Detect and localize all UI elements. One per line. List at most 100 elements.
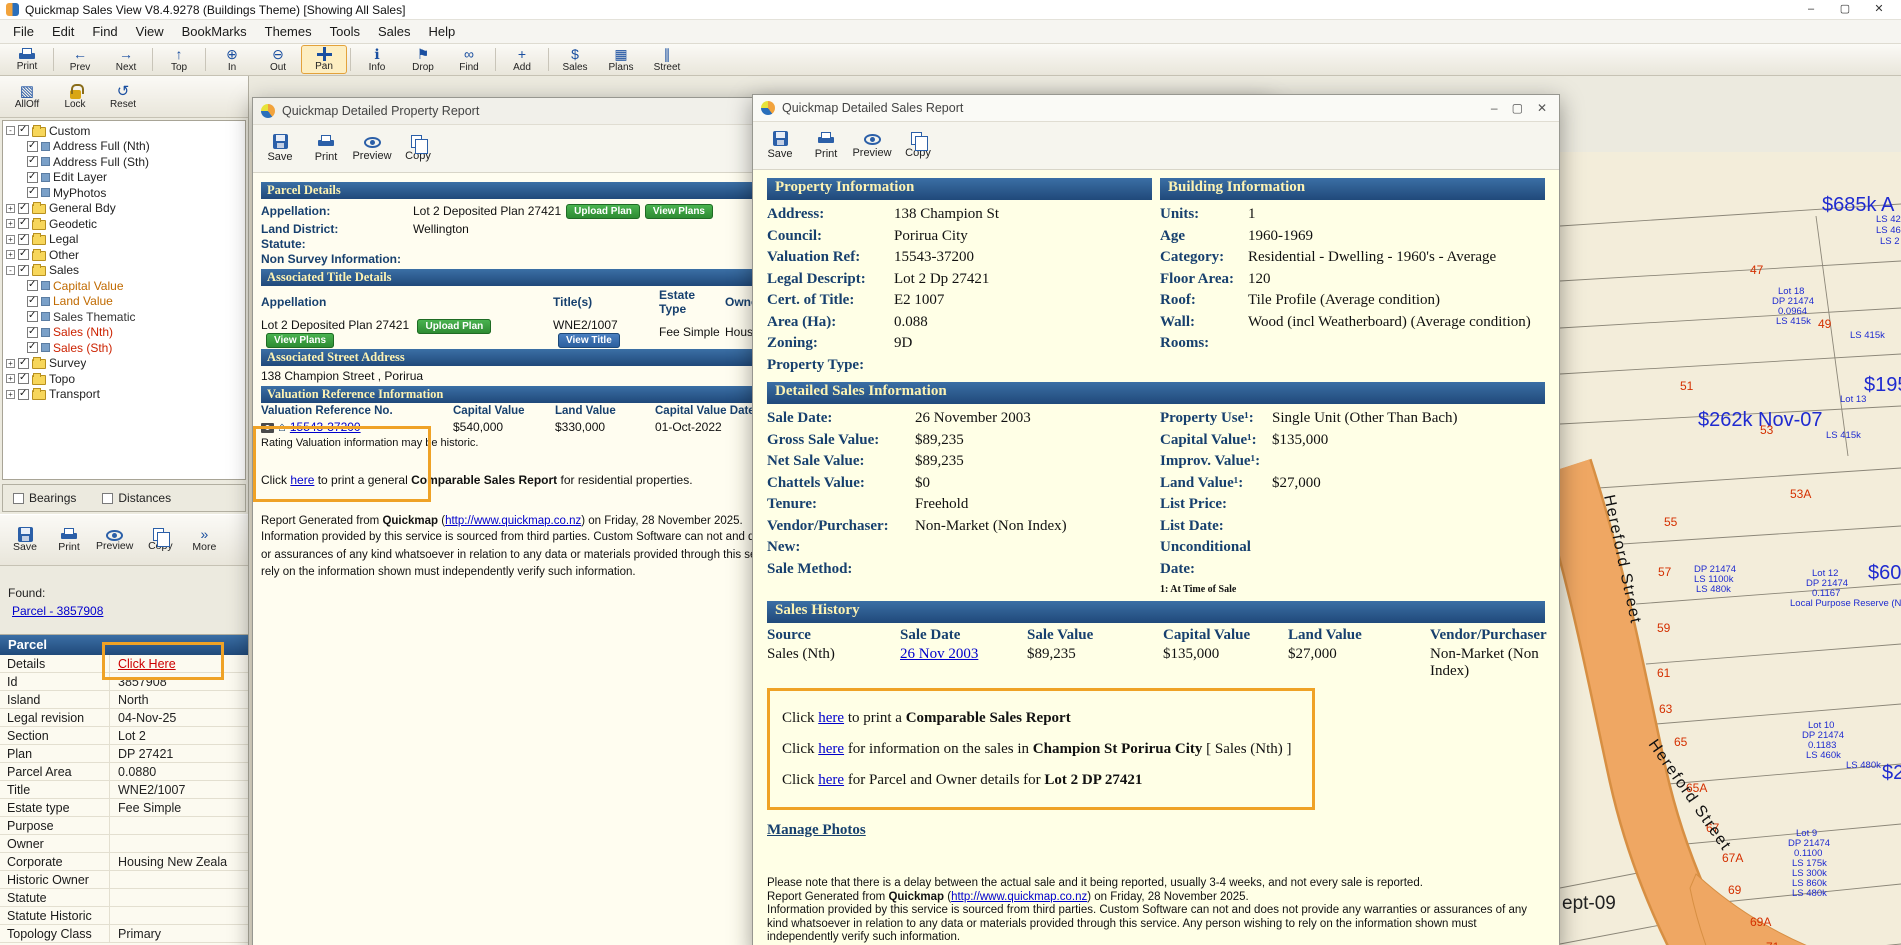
action-button-print[interactable]: Print <box>47 517 91 563</box>
action-button-preview[interactable]: Preview <box>91 517 138 563</box>
layer-checkbox[interactable] <box>27 156 38 167</box>
minimize-icon[interactable]: – <box>1795 1 1827 19</box>
expander-icon[interactable]: - <box>6 126 15 135</box>
quickmap-url-link[interactable]: http://www.quickmap.co.nz <box>951 891 1087 903</box>
view-plans-button[interactable]: View Plans <box>645 204 713 219</box>
minimize-icon[interactable]: – <box>1491 98 1498 118</box>
toolbar-button-reset[interactable]: ↺Reset <box>99 78 147 115</box>
house-icon[interactable]: ⌂ <box>278 419 286 434</box>
layer-checkbox[interactable] <box>27 342 38 353</box>
layer-checkbox[interactable] <box>18 203 29 214</box>
layer-item[interactable]: Capital Value <box>3 278 245 294</box>
upload-plan-button[interactable]: Upload Plan <box>566 204 640 219</box>
layer-item[interactable]: Address Full (Nth) <box>3 139 245 155</box>
layer-item[interactable]: -Sales <box>3 263 245 279</box>
manage-photos-link[interactable]: Manage Photos <box>767 822 866 838</box>
layer-item[interactable]: MyPhotos <box>3 185 245 201</box>
layer-checkbox[interactable] <box>27 296 38 307</box>
print-button[interactable]: Print <box>803 124 849 167</box>
toolbar-button-out[interactable]: ⊖Out <box>255 45 301 74</box>
layer-checkbox[interactable] <box>27 327 38 338</box>
valuation-ref-link[interactable]: 15543-37200 <box>290 420 361 434</box>
print-button[interactable]: Print <box>303 127 349 170</box>
layer-item[interactable]: +Survey <box>3 356 245 372</box>
action-button-more[interactable]: »More <box>182 517 226 563</box>
layer-item[interactable]: +Transport <box>3 387 245 403</box>
layer-item[interactable]: Sales (Nth) <box>3 325 245 341</box>
layer-item[interactable]: Sales Thematic <box>3 309 245 325</box>
expander-icon[interactable]: + <box>6 219 15 228</box>
layer-checkbox[interactable] <box>27 311 38 322</box>
toolbar-button-info[interactable]: ℹInfo <box>354 45 400 74</box>
layer-checkbox[interactable] <box>18 373 29 384</box>
preview-button[interactable]: Preview <box>849 124 895 167</box>
copy-button[interactable]: Copy <box>895 124 941 167</box>
details-click-here-link[interactable]: Click Here <box>110 657 248 671</box>
toolbar-button-plans[interactable]: ▦Plans <box>598 45 644 74</box>
layer-item[interactable]: +Topo <box>3 371 245 387</box>
expander-icon[interactable]: + <box>6 359 15 368</box>
layer-item[interactable]: Edit Layer <box>3 170 245 186</box>
maximize-icon[interactable]: ▢ <box>1512 98 1523 118</box>
menu-sales[interactable]: Sales <box>369 21 420 42</box>
expander-icon[interactable]: + <box>6 235 15 244</box>
menu-help[interactable]: Help <box>420 21 465 42</box>
dialog-titlebar[interactable]: Quickmap Detailed Sales Report – ▢ ✕ <box>753 95 1559 122</box>
expander-icon[interactable]: + <box>6 204 15 213</box>
layer-checkbox[interactable] <box>18 218 29 229</box>
save-button[interactable]: Save <box>257 127 303 170</box>
close-icon[interactable]: ✕ <box>1537 98 1547 118</box>
expander-icon[interactable]: + <box>6 390 15 399</box>
menu-tools[interactable]: Tools <box>321 21 369 42</box>
layer-checkbox[interactable] <box>27 280 38 291</box>
here-link[interactable]: here <box>818 772 844 788</box>
layer-item[interactable]: Land Value <box>3 294 245 310</box>
view-title-button[interactable]: View Title <box>558 333 620 348</box>
layer-checkbox[interactable] <box>27 187 38 198</box>
toolbar-button-add[interactable]: +Add <box>499 45 545 74</box>
layer-checkbox[interactable] <box>27 141 38 152</box>
maximize-icon[interactable]: ▢ <box>1829 1 1861 19</box>
quickmap-url-link[interactable]: http://www.quickmap.co.nz <box>445 515 581 527</box>
layer-checkbox[interactable] <box>18 125 29 136</box>
action-button-copy[interactable]: Copy <box>138 517 182 563</box>
layer-checkbox[interactable] <box>18 234 29 245</box>
toolbar-button-street[interactable]: ∥Street <box>644 45 690 74</box>
sale-date-link[interactable]: 26 Nov 2003 <box>900 646 978 662</box>
layer-item[interactable]: +Geodetic <box>3 216 245 232</box>
menu-file[interactable]: File <box>4 21 43 42</box>
toolbar-button-drop[interactable]: ⚑Drop <box>400 45 446 74</box>
here-link[interactable]: here <box>290 473 314 487</box>
menu-view[interactable]: View <box>127 21 173 42</box>
toolbar-button-top[interactable]: ↑Top <box>156 45 202 74</box>
upload-plan-button[interactable]: Upload Plan <box>417 319 491 334</box>
toolbar-button-pan[interactable]: Pan <box>301 45 347 74</box>
found-parcel-link[interactable]: Parcel - 3857908 <box>12 604 103 618</box>
here-link[interactable]: here <box>818 710 844 726</box>
expander-icon[interactable]: - <box>6 266 15 275</box>
view-plans-button[interactable]: View Plans <box>266 333 334 348</box>
layer-checkbox[interactable] <box>18 265 29 276</box>
layer-item[interactable]: +General Bdy <box>3 201 245 217</box>
layer-checkbox[interactable] <box>18 358 29 369</box>
menu-themes[interactable]: Themes <box>256 21 321 42</box>
menu-edit[interactable]: Edit <box>43 21 83 42</box>
layer-checkbox[interactable] <box>27 172 38 183</box>
toolbar-button-in[interactable]: ⊕In <box>209 45 255 74</box>
toolbar-button-find[interactable]: ∞Find <box>446 45 492 74</box>
menu-bookmarks[interactable]: BookMarks <box>173 21 256 42</box>
expander-icon[interactable]: + <box>6 374 15 383</box>
layer-item[interactable]: Address Full (Sth) <box>3 154 245 170</box>
toolbar-button-alloff[interactable]: ▧AllOff <box>3 78 51 115</box>
toolbar-button-lock[interactable]: Lock <box>51 78 99 115</box>
window-titlebar[interactable]: Quickmap Sales View V8.4.9278 (Buildings… <box>0 0 1901 20</box>
layer-item[interactable]: +Legal <box>3 232 245 248</box>
layer-item[interactable]: +Other <box>3 247 245 263</box>
here-link[interactable]: here <box>818 741 844 757</box>
toolbar-button-sales[interactable]: $Sales <box>552 45 598 74</box>
save-button[interactable]: Save <box>757 124 803 167</box>
bearings-checkbox[interactable] <box>13 493 24 504</box>
layer-item[interactable]: -Custom <box>3 123 245 139</box>
layer-checkbox[interactable] <box>18 249 29 260</box>
distances-checkbox[interactable] <box>102 493 113 504</box>
